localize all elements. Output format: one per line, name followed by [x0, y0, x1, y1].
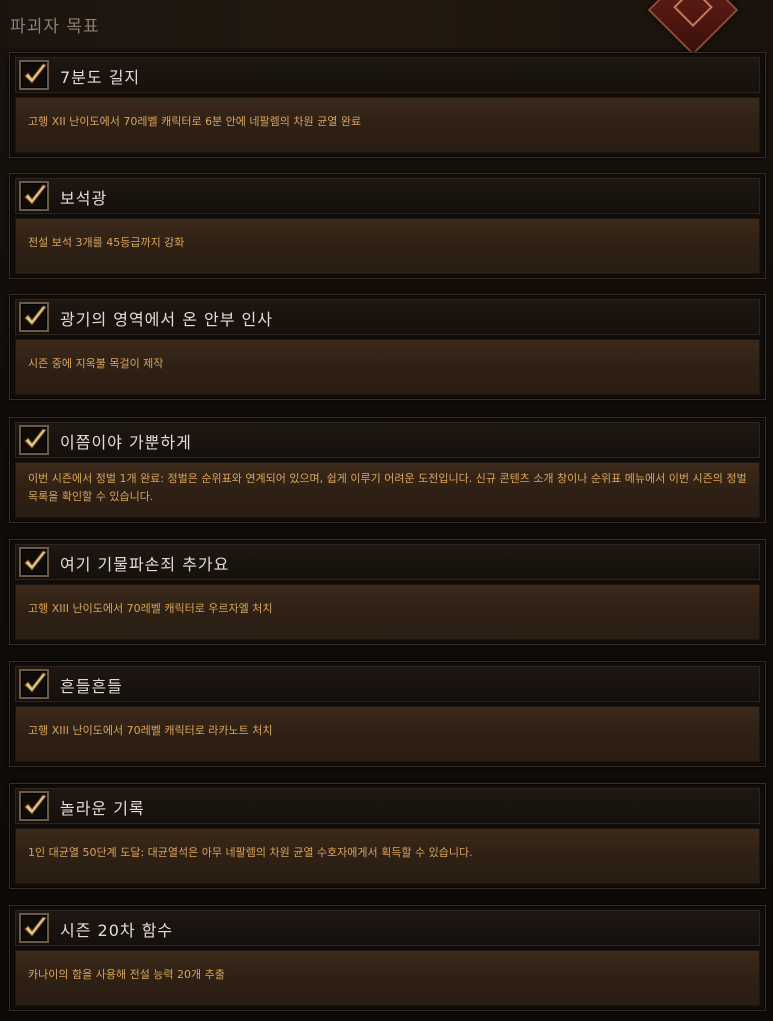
- objective-header: 흔들흔들: [15, 666, 760, 702]
- objective-title: 시즌 20차 함수: [60, 921, 174, 940]
- objective-body: 시즌 중에 지옥불 목걸이 제작: [15, 339, 760, 395]
- objective-card: 놀라운 기록 1인 대균열 50단계 도달: 대균열석은 아무 네팔렘의 차원 …: [9, 783, 766, 889]
- header-bar: 파괴자 목표: [0, 0, 773, 56]
- checkmark-icon: [24, 63, 47, 84]
- checkmark-icon: [24, 184, 47, 205]
- checkmark-icon: [24, 916, 47, 937]
- objective-body: 고행 XII 난이도에서 70레벨 캐릭터로 6분 안에 네팔렘의 차원 균열 …: [15, 97, 760, 153]
- checkmark-icon: [24, 305, 47, 326]
- objective-body: 고행 XIII 난이도에서 70레벨 캐릭터로 우르자엘 처치: [15, 584, 760, 640]
- checkmark-icon: [24, 550, 47, 571]
- objective-checkbox[interactable]: [19, 60, 49, 90]
- objective-checkbox[interactable]: [19, 669, 49, 699]
- objective-description: 전설 보석 3개를 45등급까지 강화: [28, 236, 185, 249]
- objective-body: 전설 보석 3개를 45등급까지 강화: [15, 218, 760, 274]
- objective-header: 7분도 길지: [15, 57, 760, 93]
- objective-checkbox[interactable]: [19, 791, 49, 821]
- checkmark-icon: [24, 428, 47, 449]
- objective-checkbox[interactable]: [19, 302, 49, 332]
- objective-body: 카나이의 함을 사용해 전설 능력 20개 추출: [15, 950, 760, 1006]
- objective-description: 이번 시즌에서 정벌 1개 완료: 정벌은 순위표와 연계되어 있으며, 쉽게 …: [28, 472, 747, 503]
- objective-checkbox[interactable]: [19, 425, 49, 455]
- objective-title: 7분도 길지: [60, 68, 141, 87]
- objective-description: 고행 XIII 난이도에서 70레벨 캐릭터로 우르자엘 처치: [28, 602, 273, 615]
- objective-checkbox[interactable]: [19, 547, 49, 577]
- objective-card: 보석광 전설 보석 3개를 45등급까지 강화: [9, 173, 766, 279]
- objective-body: 고행 XIII 난이도에서 70레벨 캐릭터로 라카노트 처치: [15, 706, 760, 762]
- objective-title: 흔들흔들: [60, 677, 123, 696]
- objective-card: 이쯤이야 가뿐하게 이번 시즌에서 정벌 1개 완료: 정벌은 순위표와 연계되…: [9, 417, 766, 523]
- objective-title: 놀라운 기록: [60, 799, 145, 818]
- objective-card: 시즌 20차 함수 카나이의 함을 사용해 전설 능력 20개 추출: [9, 905, 766, 1011]
- objective-description: 시즌 중에 지옥불 목걸이 제작: [28, 357, 164, 370]
- objective-card: 여기 기물파손죄 추가요 고행 XIII 난이도에서 70레벨 캐릭터로 우르자…: [9, 539, 766, 645]
- checkmark-icon: [24, 672, 47, 693]
- page-title: 파괴자 목표: [10, 17, 100, 37]
- objective-description: 1인 대균열 50단계 도달: 대균열석은 아무 네팔렘의 차원 균열 수호자에…: [28, 846, 473, 859]
- objective-header: 이쯤이야 가뿐하게: [15, 422, 760, 458]
- objective-description: 고행 XIII 난이도에서 70레벨 캐릭터로 라카노트 처치: [28, 724, 273, 737]
- objective-card: 광기의 영역에서 온 안부 인사 시즌 중에 지옥불 목걸이 제작: [9, 294, 766, 400]
- objective-title: 여기 기물파손죄 추가요: [60, 555, 230, 574]
- objective-title: 광기의 영역에서 온 안부 인사: [60, 310, 273, 329]
- objective-title: 보석광: [60, 189, 108, 208]
- objective-card: 7분도 길지 고행 XII 난이도에서 70레벨 캐릭터로 6분 안에 네팔렘의…: [9, 52, 766, 158]
- objective-header: 시즌 20차 함수: [15, 910, 760, 946]
- objective-header: 광기의 영역에서 온 안부 인사: [15, 299, 760, 335]
- objective-body: 1인 대균열 50단계 도달: 대균열석은 아무 네팔렘의 차원 균열 수호자에…: [15, 828, 760, 884]
- objective-checkbox[interactable]: [19, 913, 49, 943]
- objective-checkbox[interactable]: [19, 181, 49, 211]
- season-emblem-icon: [647, 0, 739, 56]
- seasonal-objectives-page: 파괴자 목표 7분도 길지 고행 XII 난이도에서 70레벨 캐릭터로 6분 …: [0, 0, 773, 1021]
- checkmark-icon: [24, 794, 47, 815]
- objective-header: 보석광: [15, 178, 760, 214]
- objective-header: 놀라운 기록: [15, 788, 760, 824]
- objective-header: 여기 기물파손죄 추가요: [15, 544, 760, 580]
- objective-card: 흔들흔들 고행 XIII 난이도에서 70레벨 캐릭터로 라카노트 처치: [9, 661, 766, 767]
- objective-title: 이쯤이야 가뿐하게: [60, 433, 192, 452]
- objective-body: 이번 시즌에서 정벌 1개 완료: 정벌은 순위표와 연계되어 있으며, 쉽게 …: [15, 462, 760, 518]
- objective-description: 카나이의 함을 사용해 전설 능력 20개 추출: [28, 968, 225, 981]
- objective-description: 고행 XII 난이도에서 70레벨 캐릭터로 6분 안에 네팔렘의 차원 균열 …: [28, 115, 362, 128]
